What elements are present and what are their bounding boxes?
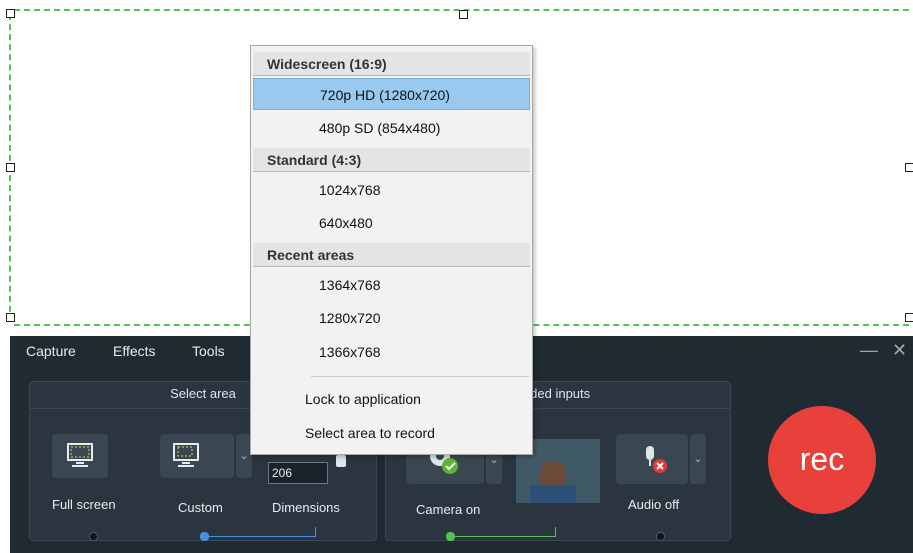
lock-icon[interactable] <box>336 455 346 467</box>
audio-label: Audio off <box>628 497 680 512</box>
menu-tools[interactable]: Tools <box>192 343 225 359</box>
select-area-to-record-item[interactable]: Select area to record <box>253 417 530 449</box>
camera-label: Camera on <box>416 502 481 517</box>
preset-640-item[interactable]: 640x480 <box>253 207 530 239</box>
height-input[interactable]: 206 <box>268 462 328 484</box>
record-button[interactable]: rec <box>768 406 876 514</box>
audio-dropdown-button[interactable]: ⌄ <box>690 434 706 484</box>
resize-handle-top[interactable] <box>459 10 468 19</box>
chevron-down-icon: ⌄ <box>489 454 499 466</box>
close-button[interactable]: ✕ <box>892 340 907 361</box>
recent-area-item[interactable]: 1280x720 <box>253 302 530 334</box>
preset-720p-item[interactable]: 720p HD (1280x720) <box>253 78 530 110</box>
custom-label: Custom <box>178 500 223 515</box>
audio-button[interactable] <box>616 434 688 484</box>
chevron-down-icon: ⌄ <box>239 450 249 462</box>
preview-shirt <box>530 485 576 503</box>
menu-separator <box>311 376 529 377</box>
resize-handle-left[interactable] <box>6 163 15 172</box>
monitor-fullscreen-icon <box>67 443 93 467</box>
standard-header: Standard (4:3) <box>253 148 530 172</box>
recent-area-item[interactable]: 1364x768 <box>253 269 530 301</box>
monitor-custom-icon <box>173 443 199 467</box>
area-preset-dropdown: Widescreen (16:9) 720p HD (1280x720) 480… <box>250 45 533 455</box>
preset-1024-item[interactable]: 1024x768 <box>253 174 530 206</box>
lock-to-application-item[interactable]: Lock to application <box>253 383 530 415</box>
resize-handle-top-left[interactable] <box>6 9 15 18</box>
connector-line <box>315 527 316 537</box>
connector-line <box>555 527 556 537</box>
custom-button[interactable] <box>160 434 234 478</box>
connector-line <box>452 536 556 537</box>
indicator-dot <box>656 532 665 541</box>
preset-480p-item[interactable]: 480p SD (854x480) <box>253 112 530 144</box>
menu-capture[interactable]: Capture <box>26 343 76 359</box>
connector-line <box>206 536 316 537</box>
microphone-muted-icon <box>646 446 667 473</box>
full-screen-button[interactable] <box>52 434 108 478</box>
resize-handle-bottom-left[interactable] <box>6 313 15 322</box>
resize-handle-right[interactable] <box>905 163 913 172</box>
resize-handle-bottom-right[interactable] <box>905 313 913 322</box>
minimize-button[interactable]: — <box>860 340 878 361</box>
recent-area-item[interactable]: 1366x768 <box>253 336 530 368</box>
indicator-dot <box>89 532 98 541</box>
chevron-down-icon: ⌄ <box>693 453 703 465</box>
widescreen-header: Widescreen (16:9) <box>253 52 530 76</box>
full-screen-label: Full screen <box>52 497 116 512</box>
recent-header: Recent areas <box>253 243 530 267</box>
menu-effects[interactable]: Effects <box>113 343 156 359</box>
dimensions-label: Dimensions <box>272 500 340 515</box>
